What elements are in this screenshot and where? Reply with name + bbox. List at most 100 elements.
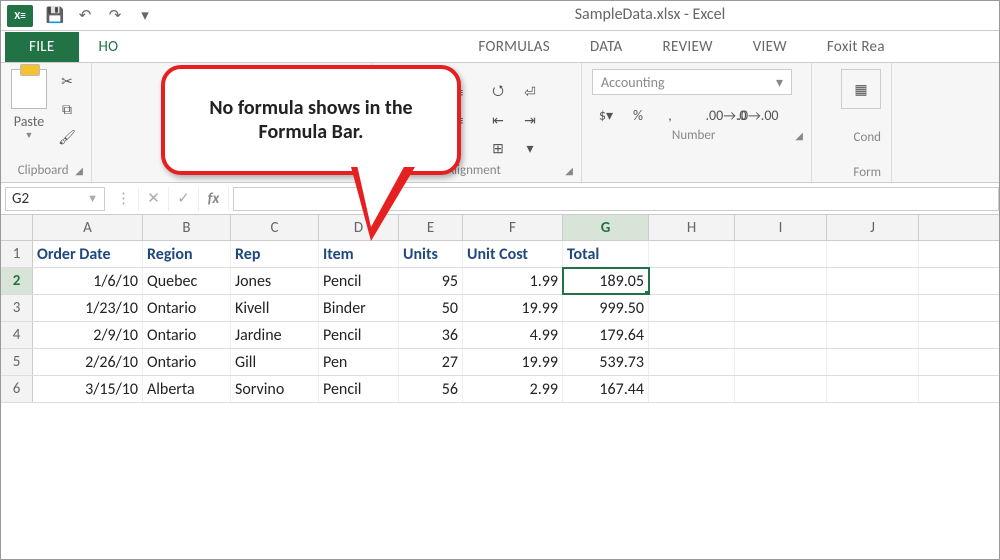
clipboard-dialog-launcher[interactable]: ◢ <box>75 162 83 180</box>
cell[interactable] <box>827 295 919 321</box>
tab-formulas[interactable]: FORMULAS <box>458 33 570 62</box>
row-header[interactable]: 1 <box>1 241 33 267</box>
merge-menu[interactable]: ▾ <box>516 136 544 160</box>
copy-icon[interactable]: ⧉ <box>53 97 81 121</box>
cell[interactable] <box>649 376 735 402</box>
cell[interactable]: 179.64 <box>563 322 649 348</box>
cell[interactable]: 95 <box>399 268 463 294</box>
cell[interactable]: 27 <box>399 349 463 375</box>
cell[interactable]: 19.99 <box>463 349 563 375</box>
cell[interactable] <box>649 295 735 321</box>
decrease-indent-icon[interactable]: ⇤ <box>484 108 512 132</box>
redo-icon[interactable]: ↷ <box>103 4 127 28</box>
cell[interactable]: Gill <box>231 349 319 375</box>
cell[interactable]: Quebec <box>143 268 231 294</box>
cell[interactable]: 50 <box>399 295 463 321</box>
cell[interactable] <box>827 322 919 348</box>
cell[interactable] <box>735 349 827 375</box>
cell[interactable]: Alberta <box>143 376 231 402</box>
cell[interactable]: 1/6/10 <box>33 268 143 294</box>
col-header-H[interactable]: H <box>649 215 735 240</box>
col-header-J[interactable]: J <box>827 215 919 240</box>
cell[interactable]: Unit Cost <box>463 241 563 267</box>
cell[interactable]: Pencil <box>319 268 399 294</box>
cell[interactable]: 4.99 <box>463 322 563 348</box>
orientation-icon[interactable]: ⭯ <box>484 80 512 104</box>
cell[interactable]: Jones <box>231 268 319 294</box>
col-header-I[interactable]: I <box>735 215 827 240</box>
cell[interactable]: Pencil <box>319 376 399 402</box>
cell[interactable]: 2.99 <box>463 376 563 402</box>
cell[interactable]: 2/9/10 <box>33 322 143 348</box>
cell[interactable]: 999.50 <box>563 295 649 321</box>
col-header-G[interactable]: G <box>563 215 649 240</box>
row-header[interactable]: 4 <box>1 322 33 348</box>
select-all-button[interactable] <box>1 215 33 240</box>
wrap-text-icon[interactable]: ⏎ <box>516 80 544 104</box>
cell[interactable]: 167.44 <box>563 376 649 402</box>
row-header[interactable]: 3 <box>1 295 33 321</box>
tab-review[interactable]: REVIEW <box>643 33 733 62</box>
cut-icon[interactable]: ✂ <box>53 69 81 93</box>
tab-home[interactable]: HO <box>79 33 139 62</box>
paste-button[interactable]: Paste <box>14 113 44 130</box>
cell[interactable] <box>649 349 735 375</box>
cell[interactable]: Pencil <box>319 322 399 348</box>
conditional-formatting-icon[interactable]: ▦ <box>841 69 881 109</box>
cell[interactable] <box>827 349 919 375</box>
tab-view[interactable]: VIEW <box>733 33 807 62</box>
name-box[interactable]: G2▼ <box>5 187 105 211</box>
cell[interactable]: 1/23/10 <box>33 295 143 321</box>
qat-customize[interactable]: ▾ <box>133 4 157 28</box>
cell[interactable]: 1.99 <box>463 268 563 294</box>
col-header-B[interactable]: B <box>143 215 231 240</box>
cell[interactable]: Rep <box>231 241 319 267</box>
number-dialog-launcher[interactable]: ◢ <box>795 127 803 145</box>
formula-bar[interactable] <box>233 187 999 211</box>
cell[interactable]: Order Date <box>33 241 143 267</box>
cell[interactable] <box>735 322 827 348</box>
merge-icon[interactable]: ⊞ <box>484 136 512 160</box>
cell[interactable]: 56 <box>399 376 463 402</box>
cell[interactable]: Kivell <box>231 295 319 321</box>
tab-data[interactable]: DATA <box>570 33 643 62</box>
cell[interactable]: Ontario <box>143 349 231 375</box>
cell[interactable] <box>735 241 827 267</box>
paste-icon[interactable] <box>11 69 47 109</box>
cancel-icon[interactable]: ✕ <box>139 187 169 211</box>
tab-foxit[interactable]: Foxit Rea <box>807 33 905 62</box>
row-header[interactable]: 5 <box>1 349 33 375</box>
cell[interactable] <box>827 268 919 294</box>
currency-button[interactable]: $ ▾ <box>592 103 620 127</box>
cell[interactable] <box>735 295 827 321</box>
cell[interactable]: Sorvino <box>231 376 319 402</box>
cell[interactable]: Ontario <box>143 295 231 321</box>
cell[interactable]: Ontario <box>143 322 231 348</box>
row-header[interactable]: 6 <box>1 376 33 402</box>
row-header[interactable]: 2 <box>1 268 33 294</box>
cell[interactable]: Pen <box>319 349 399 375</box>
active-cell[interactable]: 189.05 <box>563 268 649 294</box>
col-header-A[interactable]: A <box>33 215 143 240</box>
undo-icon[interactable]: ↶ <box>73 4 97 28</box>
cell[interactable] <box>735 376 827 402</box>
cell[interactable] <box>649 268 735 294</box>
decrease-decimal-icon[interactable]: .0→.00 <box>744 103 772 127</box>
percent-button[interactable]: % <box>624 103 652 127</box>
cell[interactable]: 19.99 <box>463 295 563 321</box>
cell[interactable]: Jardine <box>231 322 319 348</box>
number-format-select[interactable]: Accounting▾ <box>592 69 792 95</box>
tab-file[interactable]: FILE <box>5 32 79 62</box>
increase-decimal-icon[interactable]: .00→.0 <box>712 103 740 127</box>
format-painter-icon[interactable]: 🖌 <box>53 125 81 149</box>
cell[interactable] <box>827 376 919 402</box>
cell[interactable] <box>827 241 919 267</box>
cell[interactable]: Total <box>563 241 649 267</box>
cell[interactable]: 539.73 <box>563 349 649 375</box>
cell[interactable]: 36 <box>399 322 463 348</box>
col-header-F[interactable]: F <box>463 215 563 240</box>
cell[interactable]: Binder <box>319 295 399 321</box>
cell[interactable] <box>649 241 735 267</box>
comma-button[interactable]: , <box>656 103 684 127</box>
col-header-C[interactable]: C <box>231 215 319 240</box>
